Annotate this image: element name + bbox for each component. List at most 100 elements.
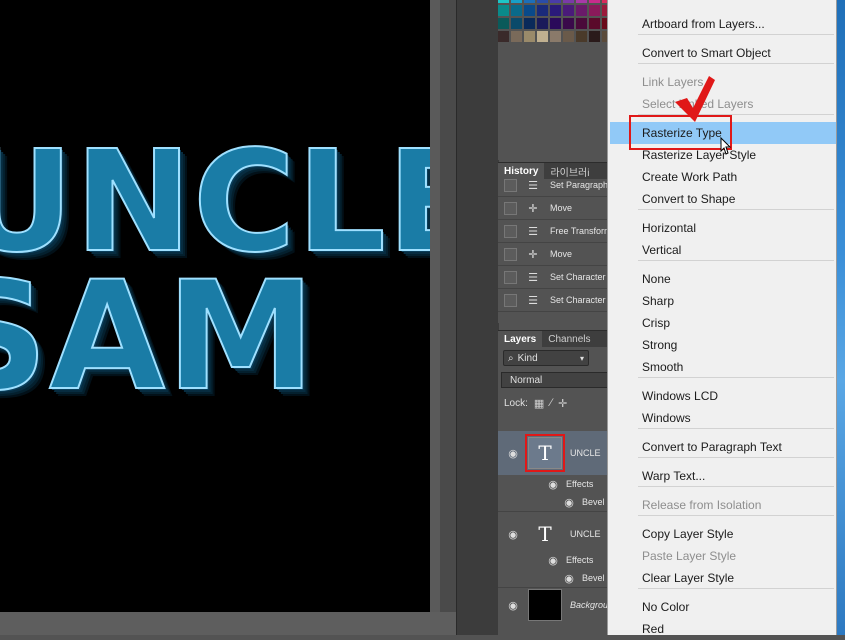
color-swatch[interactable] — [537, 18, 548, 29]
color-swatch[interactable] — [550, 5, 561, 16]
color-swatch[interactable] — [511, 5, 522, 16]
menu-item-vertical[interactable]: Vertical — [610, 239, 836, 261]
menu-item-red[interactable]: Red — [610, 618, 836, 640]
panel-dock-strip — [456, 0, 499, 635]
menu-item-clear-layer-style[interactable]: Clear Layer Style — [610, 567, 836, 589]
menu-item-sharp[interactable]: Sharp — [610, 290, 836, 312]
menu-item-warp-text[interactable]: Warp Text... — [610, 465, 836, 487]
color-swatch[interactable] — [589, 0, 600, 3]
style-eye-icon[interactable]: ◉ — [562, 572, 576, 585]
color-swatch[interactable] — [498, 31, 509, 42]
text-layer-thumbnail-icon: T — [525, 434, 565, 472]
menu-item-no-color[interactable]: No Color — [610, 596, 836, 618]
layer-row-uncle-selected[interactable]: ◉ T UNCLE — [498, 431, 608, 475]
menu-item-windows[interactable]: Windows — [610, 407, 836, 429]
history-snapshot-checkbox[interactable] — [504, 201, 517, 215]
color-swatch[interactable] — [537, 0, 548, 3]
desktop-background — [837, 0, 845, 635]
history-snapshot-checkbox[interactable] — [504, 247, 517, 261]
layer-effects-row[interactable]: ◉ Effects — [498, 551, 608, 569]
color-swatch[interactable] — [511, 18, 522, 29]
history-snapshot-checkbox[interactable] — [504, 224, 517, 238]
menu-item-artboard-from-layers[interactable]: Artboard from Layers... — [610, 13, 836, 35]
color-swatch[interactable] — [498, 5, 509, 16]
lock-brush-icon[interactable]: ∕ — [550, 397, 552, 409]
color-swatch[interactable] — [589, 5, 600, 16]
lock-move-icon[interactable]: ✛ — [558, 397, 567, 410]
layer-effects-row[interactable]: ◉ Effects — [498, 475, 608, 493]
history-snapshot-checkbox[interactable] — [504, 293, 517, 307]
effects-eye-icon[interactable]: ◉ — [546, 478, 560, 491]
color-swatch[interactable] — [524, 31, 535, 42]
visibility-eye-icon[interactable]: ◉ — [506, 447, 520, 460]
menu-item-release-from-isolation: Release from Isolation — [642, 498, 762, 512]
tab-libraries[interactable]: 라이브러i — [544, 163, 595, 179]
style-eye-icon[interactable]: ◉ — [562, 496, 576, 509]
history-item[interactable]: ☰ Set Character — [498, 266, 608, 289]
history-item[interactable]: ✛ Move — [498, 197, 608, 220]
layer-style-row[interactable]: ◉ Bevel — [498, 493, 608, 511]
menu-item-create-work-path[interactable]: Create Work Path — [610, 166, 836, 188]
color-swatch[interactable] — [576, 31, 587, 42]
blend-mode-select[interactable]: Normal — [501, 372, 608, 388]
color-swatch[interactable] — [511, 31, 522, 42]
layer-style-row[interactable]: ◉ Bevel — [498, 569, 608, 587]
color-swatch[interactable] — [511, 0, 522, 3]
color-swatch[interactable] — [550, 18, 561, 29]
menu-item-convert-to-smart-object[interactable]: Convert to Smart Object — [610, 42, 836, 64]
tab-layers[interactable]: Layers — [498, 331, 543, 347]
move-icon: ✛ — [528, 248, 538, 261]
color-swatch[interactable] — [576, 18, 587, 29]
menu-item-smooth[interactable]: Smooth — [610, 356, 836, 378]
tab-history[interactable]: History — [498, 163, 545, 179]
menu-item-copy-layer-style[interactable]: Copy Layer Style — [610, 523, 836, 545]
history-snapshot-checkbox[interactable] — [504, 270, 517, 284]
layer-row-uncle[interactable]: ◉ T UNCLE — [498, 511, 608, 556]
menu-item-strong[interactable]: Strong — [610, 334, 836, 356]
color-swatch[interactable] — [498, 0, 509, 3]
color-swatch[interactable] — [589, 18, 600, 29]
document-canvas[interactable]: UNCLE SAM — [0, 0, 430, 612]
color-swatch[interactable] — [524, 5, 535, 16]
document-icon: ☰ — [528, 179, 538, 192]
menu-item-windows-lcd[interactable]: Windows LCD — [610, 385, 836, 407]
color-swatch[interactable] — [524, 18, 535, 29]
history-item[interactable]: ☰ Free Transform — [498, 220, 608, 243]
color-swatch[interactable] — [550, 0, 561, 3]
color-swatch[interactable] — [550, 31, 561, 42]
menu-item-none[interactable]: None — [610, 268, 836, 290]
layer-kind-filter[interactable]: ⌕ Kind ▾ — [503, 350, 589, 366]
color-swatch[interactable] — [563, 5, 574, 16]
history-item[interactable]: ✛ Move — [498, 243, 608, 266]
color-swatch[interactable] — [537, 5, 548, 16]
color-swatch[interactable] — [563, 31, 574, 42]
visibility-eye-icon[interactable]: ◉ — [506, 528, 520, 541]
history-item-label: Move — [550, 249, 573, 259]
color-swatch[interactable] — [589, 31, 600, 42]
layer-row-background[interactable]: ◉ Background — [498, 587, 618, 622]
layer-name: UNCLE — [570, 529, 601, 539]
chevron-down-icon: ▾ — [579, 353, 584, 363]
menu-item-horizontal[interactable]: Horizontal — [610, 217, 836, 239]
color-swatch[interactable] — [576, 0, 587, 3]
visibility-eye-icon[interactable]: ◉ — [506, 599, 520, 612]
color-swatch[interactable] — [563, 0, 574, 3]
history-item-label: Set Paragraph — [550, 180, 608, 190]
color-swatch[interactable] — [537, 31, 548, 42]
color-swatch[interactable] — [498, 18, 509, 29]
lock-transparent-icon[interactable]: ▦ — [534, 397, 544, 410]
menu-item-convert-to-shape[interactable]: Convert to Shape — [610, 188, 836, 210]
color-swatch[interactable] — [563, 18, 574, 29]
effects-eye-icon[interactable]: ◉ — [546, 554, 560, 567]
history-item[interactable]: ☰ Set Character — [498, 289, 608, 312]
canvas-scrollbar[interactable] — [440, 0, 456, 635]
mouse-cursor-icon — [720, 137, 732, 155]
menu-item-convert-to-paragraph-text[interactable]: Convert to Paragraph Text — [610, 436, 836, 458]
color-swatch[interactable] — [576, 5, 587, 16]
effects-label: Effects — [566, 479, 594, 489]
menu-item-crisp[interactable]: Crisp — [610, 312, 836, 334]
history-snapshot-checkbox[interactable] — [504, 178, 517, 192]
tab-channels[interactable]: Channels — [542, 331, 596, 347]
history-item-label: Set Character — [550, 272, 606, 282]
color-swatch[interactable] — [524, 0, 535, 3]
